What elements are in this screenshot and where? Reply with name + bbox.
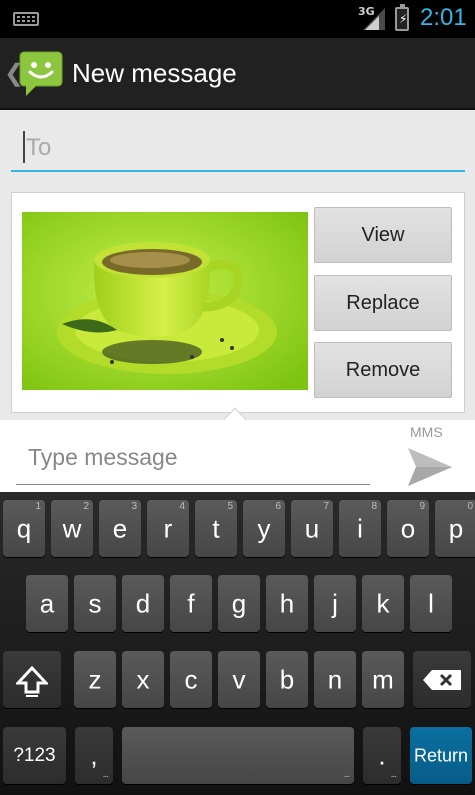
attached-image-tea-cup[interactable] <box>22 212 308 390</box>
key-label: n <box>327 664 343 694</box>
key-u[interactable]: u7 <box>291 500 333 557</box>
key-number-hint: 9 <box>419 501 425 512</box>
message-input[interactable] <box>28 440 368 474</box>
key-s[interactable]: s <box>74 575 116 632</box>
key-label: h <box>279 588 295 618</box>
messaging-app-icon[interactable] <box>18 50 64 96</box>
key-z[interactable]: z <box>74 651 116 708</box>
key-label: e <box>112 513 128 543</box>
key-number-hint: 6 <box>275 501 281 512</box>
key-label: , <box>90 740 98 770</box>
key-label: k <box>376 588 390 618</box>
key-w[interactable]: w2 <box>51 500 93 557</box>
signal-icon <box>363 8 385 30</box>
key-label: i <box>357 513 363 543</box>
shift-key[interactable] <box>3 651 61 708</box>
space-key[interactable]: ... <box>122 727 354 784</box>
key-label: o <box>400 513 416 543</box>
key-number-hint: 7 <box>323 501 329 512</box>
key-m[interactable]: m <box>362 651 404 708</box>
key-e[interactable]: e3 <box>99 500 141 557</box>
key-label: t <box>212 513 220 543</box>
key-g[interactable]: g <box>218 575 260 632</box>
key-label: u <box>304 513 320 543</box>
return-key[interactable]: Return <box>410 727 472 784</box>
key-v[interactable]: v <box>218 651 260 708</box>
key-number-hint: 8 <box>371 501 377 512</box>
replace-button[interactable]: Replace <box>314 275 452 331</box>
message-input-underline <box>16 484 370 485</box>
key-r[interactable]: r4 <box>147 500 189 557</box>
view-button[interactable]: View <box>314 207 452 263</box>
key-label: g <box>231 588 247 618</box>
key-number-hint: 1 <box>35 501 41 512</box>
key-label: v <box>232 664 246 694</box>
more-symbols-indicator: ... <box>102 769 109 780</box>
key-label: . <box>378 740 386 770</box>
key-p[interactable]: p0 <box>435 500 475 557</box>
comma-key[interactable]: ,... <box>75 727 113 784</box>
charging-icon: ⚡ <box>399 12 408 26</box>
key-d[interactable]: d <box>122 575 164 632</box>
shift-icon <box>16 665 48 697</box>
key-x[interactable]: x <box>122 651 164 708</box>
key-label: s <box>88 588 102 618</box>
key-t[interactable]: t5 <box>195 500 237 557</box>
remove-button[interactable]: Remove <box>314 342 452 398</box>
key-number-hint: 2 <box>83 501 89 512</box>
key-j[interactable]: j <box>314 575 356 632</box>
key-label: r <box>163 513 173 543</box>
key-label: x <box>136 664 150 694</box>
keyboard-indicator-icon <box>13 12 39 26</box>
key-label: d <box>135 588 151 618</box>
key-label: Return <box>413 745 469 765</box>
key-i[interactable]: i8 <box>339 500 381 557</box>
key-label: ?123 <box>13 744 56 766</box>
period-key[interactable]: .... <box>363 727 401 784</box>
page-title: New message <box>72 58 237 88</box>
text-cursor <box>23 131 25 163</box>
key-label: b <box>279 664 295 694</box>
clock: 2:01 <box>420 4 467 31</box>
more-symbols-indicator: ... <box>343 769 350 780</box>
key-label: y <box>257 513 271 543</box>
symbols-key[interactable]: ?123 <box>3 727 66 784</box>
key-number-hint: 3 <box>131 501 137 512</box>
key-label: w <box>62 513 82 543</box>
key-label: z <box>88 664 102 694</box>
key-y[interactable]: y6 <box>243 500 285 557</box>
backspace-key[interactable] <box>413 651 471 708</box>
backspace-icon <box>423 670 461 690</box>
key-h[interactable]: h <box>266 575 308 632</box>
key-label: l <box>428 588 434 618</box>
key-k[interactable]: k <box>362 575 404 632</box>
key-n[interactable]: n <box>314 651 356 708</box>
more-symbols-indicator: ... <box>390 769 397 780</box>
key-label: q <box>16 513 32 543</box>
key-c[interactable]: c <box>170 651 212 708</box>
key-label: c <box>184 664 198 694</box>
key-f[interactable]: f <box>170 575 212 632</box>
key-q[interactable]: q1 <box>3 500 45 557</box>
battery-icon: ⚡ <box>395 4 409 31</box>
key-label: a <box>39 588 55 618</box>
key-label: j <box>332 588 338 618</box>
key-label: p <box>448 513 464 543</box>
key-label: f <box>187 588 195 618</box>
key-label: m <box>372 664 394 694</box>
to-input[interactable] <box>26 132 446 164</box>
key-number-hint: 4 <box>179 501 185 512</box>
key-o[interactable]: o9 <box>387 500 429 557</box>
mms-label: MMS <box>410 424 443 440</box>
key-b[interactable]: b <box>266 651 308 708</box>
key-number-hint: 0 <box>467 501 473 512</box>
key-l[interactable]: l <box>410 575 452 632</box>
key-number-hint: 5 <box>227 501 233 512</box>
send-icon[interactable] <box>406 446 454 488</box>
key-a[interactable]: a <box>26 575 68 632</box>
